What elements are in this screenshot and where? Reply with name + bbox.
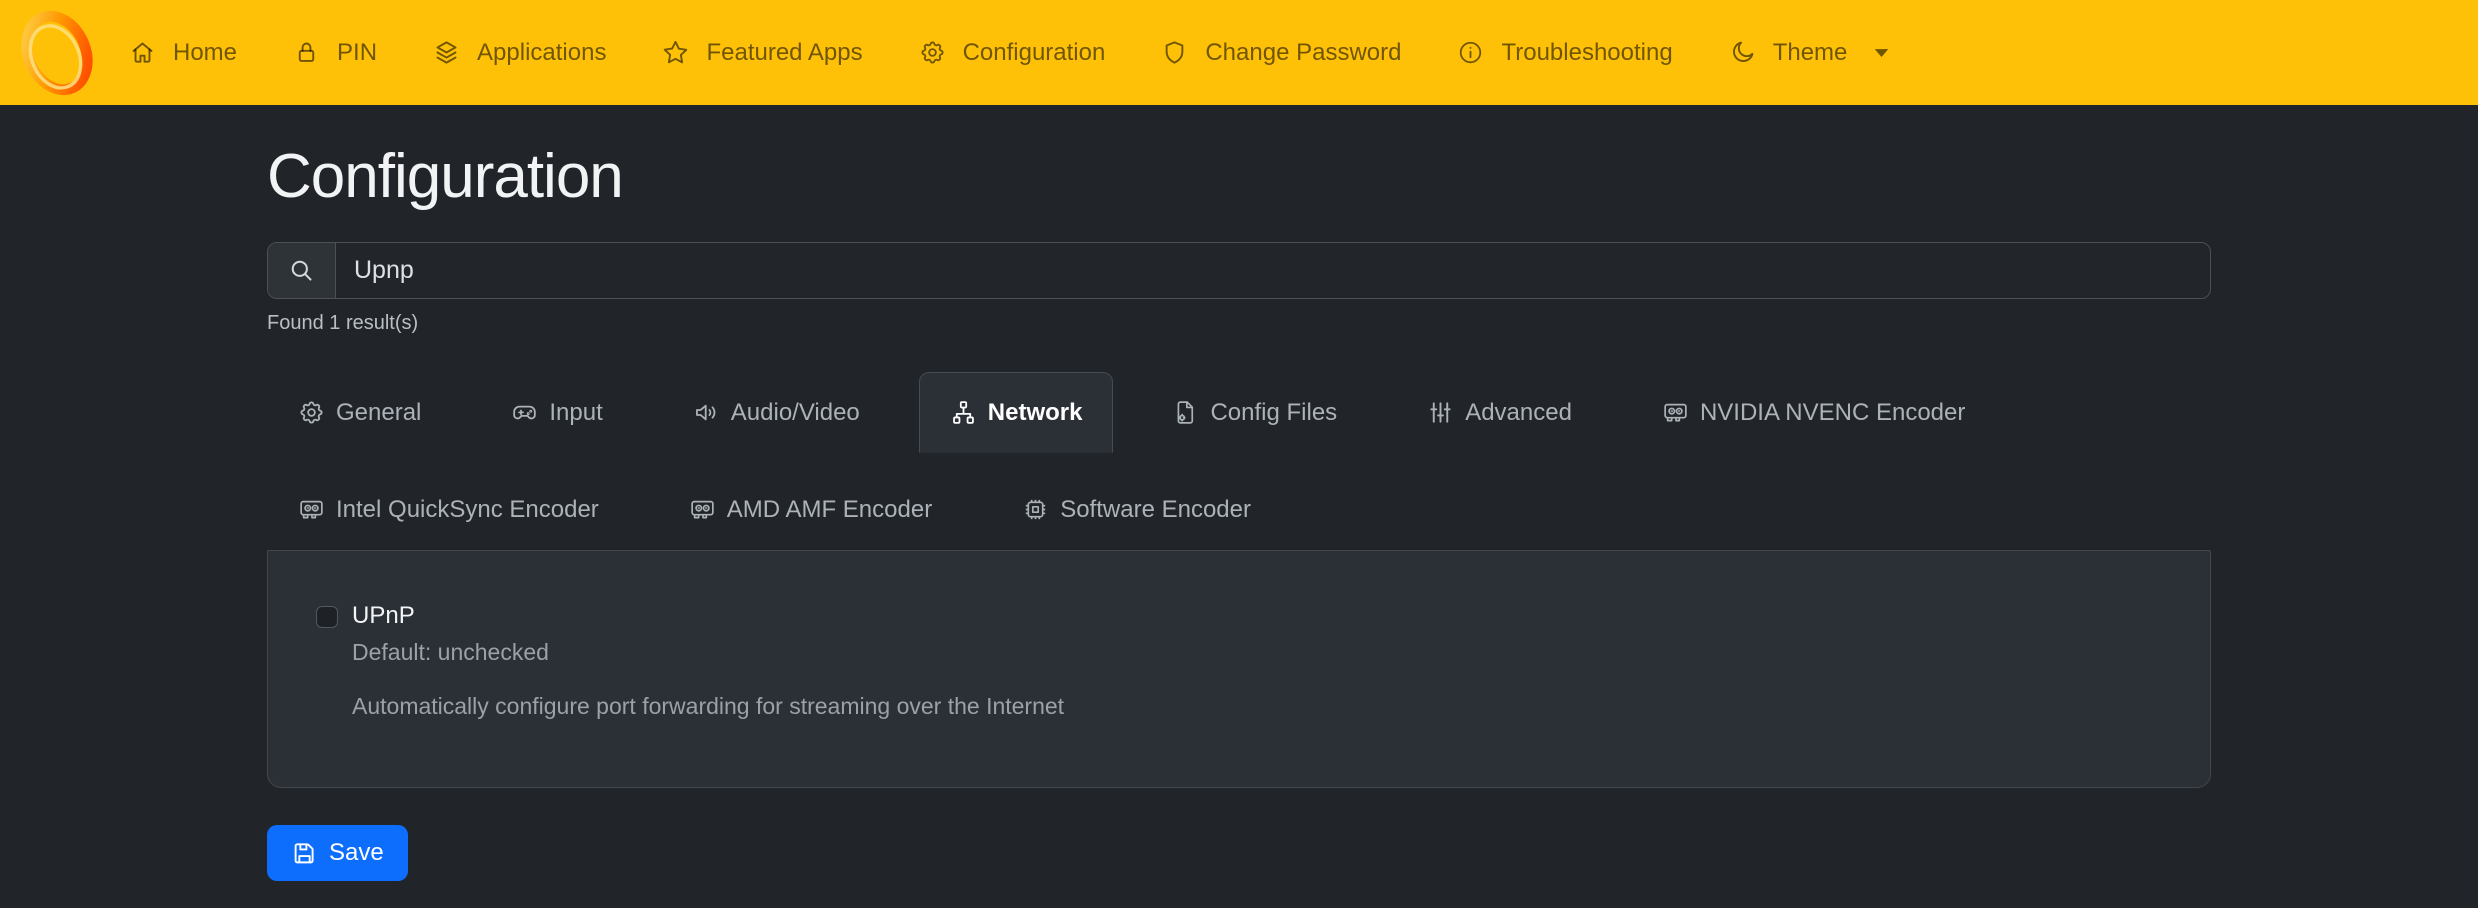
gpu-card-icon	[298, 496, 325, 523]
tab-general[interactable]: General	[267, 372, 452, 453]
tabs-row-2: Intel QuickSync Encoder AMD AMF Encoder …	[267, 469, 2211, 550]
network-tab-panel: UPnP Default: unchecked Automatically co…	[267, 550, 2211, 788]
gear-icon	[298, 399, 325, 426]
tab-audio-video[interactable]: Audio/Video	[662, 372, 891, 453]
tab-label: Input	[549, 399, 602, 427]
gear-icon	[919, 39, 946, 66]
save-button-label: Save	[329, 839, 384, 867]
nav-item-applications[interactable]: Applications	[405, 0, 634, 105]
tab-label: AMD AMF Encoder	[727, 496, 932, 524]
tab-label: Software Encoder	[1060, 496, 1251, 524]
cpu-chip-icon	[1022, 496, 1049, 523]
nav-label: Applications	[477, 39, 606, 67]
shield-icon	[1161, 39, 1188, 66]
lock-icon	[293, 39, 320, 66]
tab-label: General	[336, 399, 421, 427]
moon-icon	[1729, 39, 1756, 66]
nav-label: PIN	[337, 39, 377, 67]
tab-label: NVIDIA NVENC Encoder	[1700, 399, 1965, 427]
gpu-card-icon	[689, 496, 716, 523]
tab-label: Network	[988, 399, 1083, 427]
page-title: Configuration	[267, 141, 2211, 212]
nav-item-pin[interactable]: PIN	[265, 0, 405, 105]
settings-search-group	[267, 242, 2211, 299]
nav-item-change-password[interactable]: Change Password	[1133, 0, 1429, 105]
upnp-default-value: Default: unchecked	[352, 639, 1064, 666]
nav-label: Featured Apps	[706, 39, 862, 67]
settings-tabs: General Input Audio/Video Network Config…	[267, 372, 2211, 550]
tab-label: Audio/Video	[731, 399, 860, 427]
nav-item-home[interactable]: Home	[101, 0, 265, 105]
search-icon	[288, 257, 315, 284]
nav-label: Troubleshooting	[1501, 39, 1672, 67]
upnp-description: Automatically configure port forwarding …	[352, 693, 1064, 720]
nav-label: Theme	[1773, 39, 1848, 67]
sliders-icon	[1427, 399, 1454, 426]
save-floppy-icon	[291, 840, 318, 867]
tab-config-files[interactable]: Config Files	[1141, 372, 1368, 453]
nav-item-troubleshooting[interactable]: Troubleshooting	[1429, 0, 1700, 105]
star-icon	[662, 39, 689, 66]
tabs-row-1: General Input Audio/Video Network Config…	[267, 372, 2211, 453]
upnp-label: UPnP	[352, 603, 1064, 629]
info-circle-icon	[1457, 39, 1484, 66]
tab-label: Config Files	[1210, 399, 1337, 427]
nav-label: Home	[173, 39, 237, 67]
nav-label: Configuration	[963, 39, 1106, 67]
upnp-setting-text: UPnP Default: unchecked Automatically co…	[352, 603, 1064, 720]
save-button[interactable]: Save	[267, 825, 408, 881]
nav-label: Change Password	[1205, 39, 1401, 67]
top-navbar: Home PIN Applications Featured Apps Conf…	[0, 0, 2478, 105]
tab-amd-amf-encoder[interactable]: AMD AMF Encoder	[658, 469, 963, 550]
tab-input[interactable]: Input	[480, 372, 633, 453]
gamepad-icon	[511, 399, 538, 426]
tab-intel-quicksync-encoder[interactable]: Intel QuickSync Encoder	[267, 469, 630, 550]
layers-icon	[433, 39, 460, 66]
tab-advanced[interactable]: Advanced	[1396, 372, 1603, 453]
network-icon	[950, 399, 977, 426]
home-icon	[129, 39, 156, 66]
upnp-checkbox[interactable]	[316, 606, 338, 628]
nav-item-configuration[interactable]: Configuration	[891, 0, 1134, 105]
search-addon	[268, 243, 336, 298]
tab-software-encoder[interactable]: Software Encoder	[991, 469, 1282, 550]
nav-item-theme-dropdown[interactable]: Theme	[1701, 0, 1924, 105]
configuration-page: Configuration Found 1 result(s) General …	[267, 141, 2211, 881]
search-results-count: Found 1 result(s)	[267, 312, 2211, 339]
gpu-card-icon	[1662, 399, 1689, 426]
settings-search-input[interactable]	[336, 243, 2210, 298]
tab-label: Advanced	[1465, 399, 1572, 427]
tab-network[interactable]: Network	[919, 372, 1114, 453]
tab-label: Intel QuickSync Encoder	[336, 496, 599, 524]
caret-down-icon	[1868, 39, 1895, 66]
nav-item-featured-apps[interactable]: Featured Apps	[634, 0, 890, 105]
speaker-icon	[693, 399, 720, 426]
file-gear-icon	[1172, 399, 1199, 426]
main-nav: Home PIN Applications Featured Apps Conf…	[101, 0, 1923, 105]
tab-nvidia-nvenc-encoder[interactable]: NVIDIA NVENC Encoder	[1631, 372, 1996, 453]
sunshine-logo[interactable]	[13, 6, 101, 100]
upnp-setting: UPnP Default: unchecked Automatically co…	[316, 603, 2150, 720]
